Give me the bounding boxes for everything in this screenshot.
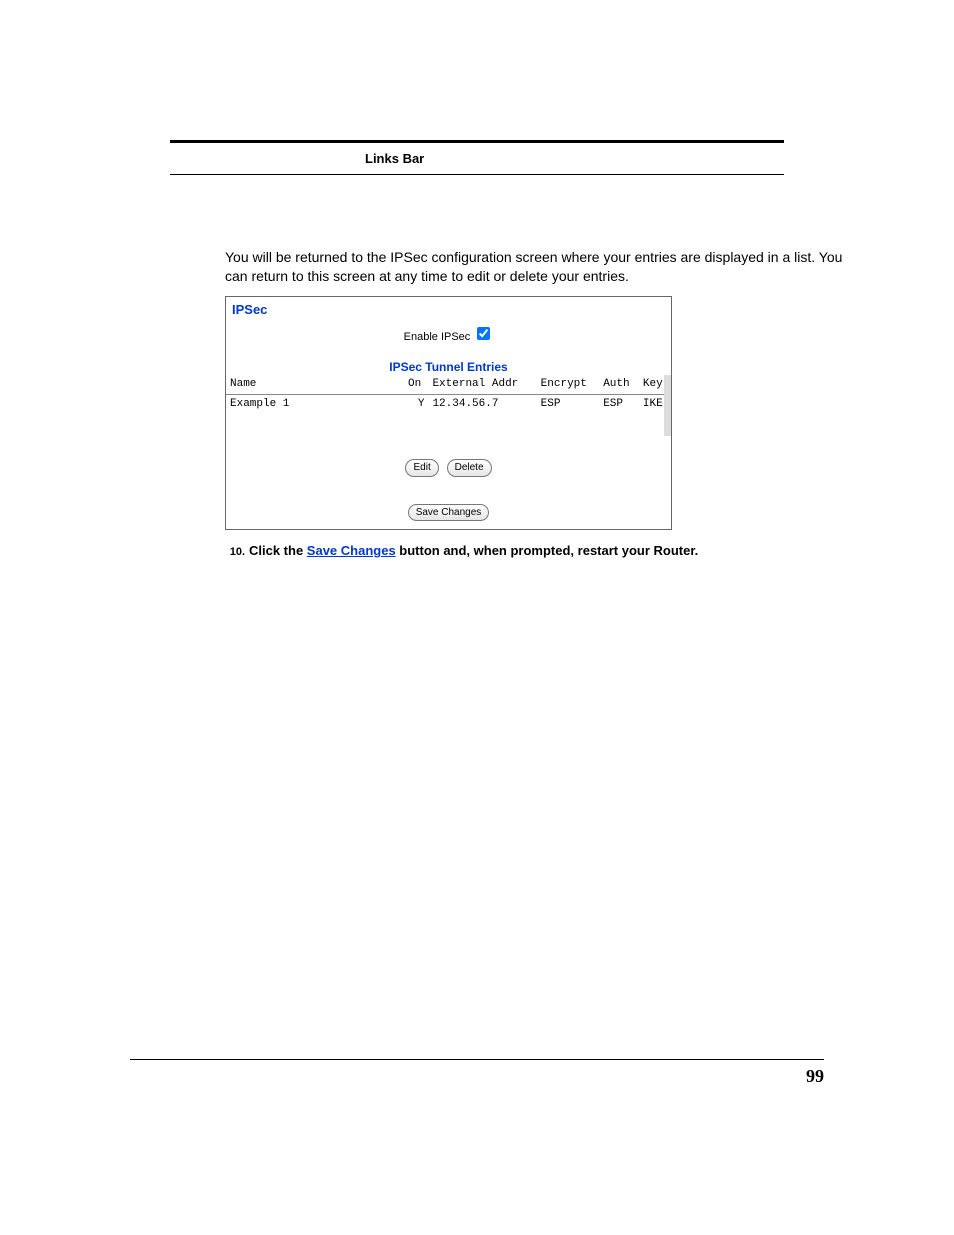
page-number: 99 xyxy=(806,1066,824,1087)
body-content: You will be returned to the IPSec config… xyxy=(225,248,849,560)
cell-ext-addr: 12.34.56.7 xyxy=(428,395,536,414)
entries-scroll-area: Name On External Addr Encrypt Auth Key E… xyxy=(226,375,671,436)
col-name: Name xyxy=(226,375,404,394)
cell-on: Y xyxy=(404,395,428,414)
col-ext-addr: External Addr xyxy=(428,375,536,394)
table-row[interactable]: Example 1 Y 12.34.56.7 ESP ESP IKE xyxy=(226,395,671,414)
page-header: Links Bar xyxy=(130,140,824,175)
tunnel-entries-heading: IPSec Tunnel Entries xyxy=(226,349,671,375)
step-prefix: Click the xyxy=(249,543,307,558)
footer-rule xyxy=(130,1059,824,1060)
edit-button[interactable]: Edit xyxy=(405,459,438,477)
step-suffix: button and, when prompted, restart your … xyxy=(396,543,699,558)
save-button-row: Save Changes xyxy=(226,483,671,530)
col-encrypt: Encrypt xyxy=(537,375,600,394)
step-10: 10. Click the Save Changes button and, wh… xyxy=(225,542,849,560)
col-auth: Auth xyxy=(599,375,639,394)
scrollbar-track[interactable] xyxy=(664,375,671,436)
entries-header-row: Name On External Addr Encrypt Auth Key xyxy=(226,375,671,394)
step-number: 10. xyxy=(225,545,245,560)
enable-ipsec-row: Enable IPSec xyxy=(226,320,671,349)
links-bar-label: Links Bar xyxy=(130,143,824,174)
entries-table: Name On External Addr Encrypt Auth Key E… xyxy=(226,375,671,436)
header-rule-bottom xyxy=(170,174,784,175)
cell-name: Example 1 xyxy=(226,395,404,414)
enable-ipsec-label: Enable IPSec xyxy=(404,331,471,343)
document-page: Links Bar You will be returned to the IP… xyxy=(0,0,954,1235)
ipsec-figure: IPSec Enable IPSec IPSec Tunnel Entries … xyxy=(225,296,672,530)
save-changes-link[interactable]: Save Changes xyxy=(307,543,396,558)
cell-auth: ESP xyxy=(599,395,639,414)
save-changes-button[interactable]: Save Changes xyxy=(408,504,490,522)
enable-ipsec-checkbox[interactable] xyxy=(477,327,490,340)
edit-delete-button-row: Edit Delete xyxy=(226,436,671,483)
figure-title: IPSec xyxy=(226,297,671,321)
col-on: On xyxy=(404,375,428,394)
intro-paragraph: You will be returned to the IPSec config… xyxy=(225,248,849,286)
step-text: Click the Save Changes button and, when … xyxy=(249,543,698,558)
cell-encrypt: ESP xyxy=(537,395,600,414)
delete-button[interactable]: Delete xyxy=(447,459,492,477)
